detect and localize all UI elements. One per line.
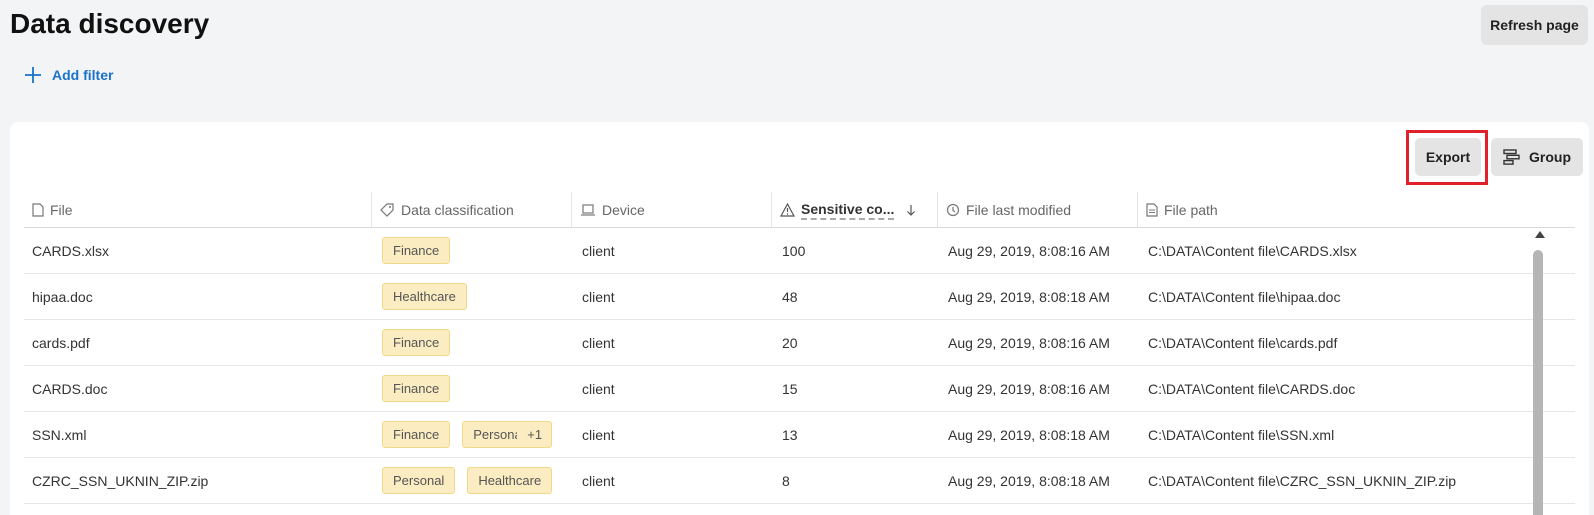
cell-last-modified: Aug 29, 2019, 8:08:16 AM [948, 380, 1110, 397]
history-icon [946, 203, 960, 217]
sort-descending-icon[interactable] [906, 204, 916, 216]
cell-last-modified: Aug 29, 2019, 8:08:16 AM [948, 242, 1110, 259]
column-header-sensitive-content[interactable]: Sensitive co... [772, 192, 938, 228]
files-table: File Data classification Device Sensitiv… [24, 192, 1575, 504]
cell-device: client [582, 288, 615, 305]
group-button[interactable]: Group [1491, 138, 1583, 176]
cell-file-path: C:\DATA\Content file\CARDS.xlsx [1148, 242, 1357, 259]
tag-icon [380, 203, 395, 217]
cell-file: CZRC_SSN_UKNIN_ZIP.zip [32, 472, 209, 489]
table-row[interactable]: CZRC_SSN_UKNIN_ZIP.zip Personal Healthca… [24, 458, 1575, 504]
classification-tag: Healthcare [467, 467, 553, 494]
document-icon [1146, 203, 1158, 217]
file-icon [32, 203, 44, 217]
classification-tag: Healthcare [382, 283, 467, 310]
classification-tag: Finance [382, 375, 451, 402]
table-row[interactable]: hipaa.doc Healthcare client 48 Aug 29, 2… [24, 274, 1575, 320]
column-header-data-classification[interactable]: Data classification [372, 192, 572, 228]
results-card: Export Group File Data classification De… [10, 122, 1589, 515]
classification-tag: Finance [382, 329, 451, 356]
group-label: Group [1529, 149, 1571, 165]
column-header-file[interactable]: File [24, 192, 372, 228]
table-row[interactable]: CARDS.xlsx Finance client 100 Aug 29, 20… [24, 228, 1575, 274]
cell-file: CARDS.xlsx [32, 242, 110, 259]
cell-sensitive-count: 8 [782, 472, 790, 489]
table-header: File Data classification Device Sensitiv… [24, 192, 1575, 228]
cell-classification: Finance [372, 228, 572, 273]
column-header-file-path[interactable]: File path [1138, 192, 1575, 228]
cell-file-path: C:\DATA\Content file\SSN.xml [1148, 426, 1335, 443]
cell-sensitive-count: 48 [782, 288, 798, 305]
column-header-device[interactable]: Device [572, 192, 772, 228]
classification-tag: Personal [382, 467, 456, 494]
refresh-page-button[interactable]: Refresh page [1481, 5, 1588, 45]
plus-icon [24, 66, 42, 84]
cell-file-path: C:\DATA\Content file\CARDS.doc [1148, 380, 1356, 397]
cell-sensitive-count: 20 [782, 334, 798, 351]
cell-last-modified: Aug 29, 2019, 8:08:18 AM [948, 472, 1110, 489]
cell-device: client [582, 472, 615, 489]
cell-device: client [582, 380, 615, 397]
cell-sensitive-count: 100 [782, 242, 806, 259]
group-icon [1503, 149, 1521, 165]
cell-sensitive-count: 15 [782, 380, 798, 397]
cell-file: SSN.xml [32, 426, 87, 443]
cell-file: hipaa.doc [32, 288, 93, 305]
classification-tag: Finance [382, 421, 451, 448]
cell-file-path: C:\DATA\Content file\hipaa.doc [1148, 288, 1341, 305]
cell-file: cards.pdf [32, 334, 90, 351]
scroll-up-arrow-icon[interactable] [1535, 231, 1545, 238]
table-row[interactable]: cards.pdf Finance client 20 Aug 29, 2019… [24, 320, 1575, 366]
classification-tag-overflow[interactable]: Personal +1 [462, 421, 553, 448]
cell-last-modified: Aug 29, 2019, 8:08:18 AM [948, 426, 1110, 443]
cell-device: client [582, 334, 615, 351]
table-row[interactable]: CARDS.doc Finance client 15 Aug 29, 2019… [24, 366, 1575, 412]
warning-icon [780, 203, 795, 217]
cell-classification: Healthcare [372, 274, 572, 319]
more-tags-count: +1 [527, 427, 543, 442]
vertical-scrollbar-thumb[interactable] [1533, 250, 1543, 515]
cell-device: client [582, 242, 615, 259]
cell-classification: Finance [372, 366, 572, 411]
cell-sensitive-count: 13 [782, 426, 798, 443]
cell-classification: Finance [372, 320, 572, 365]
cell-file-path: C:\DATA\Content file\CZRC_SSN_UKNIN_ZIP.… [1148, 472, 1457, 489]
page-title: Data discovery [10, 8, 210, 39]
classification-tag: Personal [473, 427, 517, 442]
classification-tag: Finance [382, 237, 451, 264]
cell-last-modified: Aug 29, 2019, 8:08:16 AM [948, 334, 1110, 351]
cell-file-path: C:\DATA\Content file\cards.pdf [1148, 334, 1338, 351]
cell-file: CARDS.doc [32, 380, 108, 397]
export-button[interactable]: Export [1415, 138, 1481, 176]
cell-classification: Finance Personal +1 [372, 412, 572, 457]
cell-classification: Personal Healthcare [372, 458, 572, 503]
cell-device: client [582, 426, 615, 443]
table-row[interactable]: SSN.xml Finance Personal +1 client 13 Au… [24, 412, 1575, 458]
add-filter-button[interactable]: Add filter [24, 66, 113, 84]
add-filter-label: Add filter [52, 67, 114, 83]
column-header-file-last-modified[interactable]: File last modified [938, 192, 1138, 228]
laptop-icon [580, 204, 596, 216]
cell-last-modified: Aug 29, 2019, 8:08:18 AM [948, 288, 1110, 305]
